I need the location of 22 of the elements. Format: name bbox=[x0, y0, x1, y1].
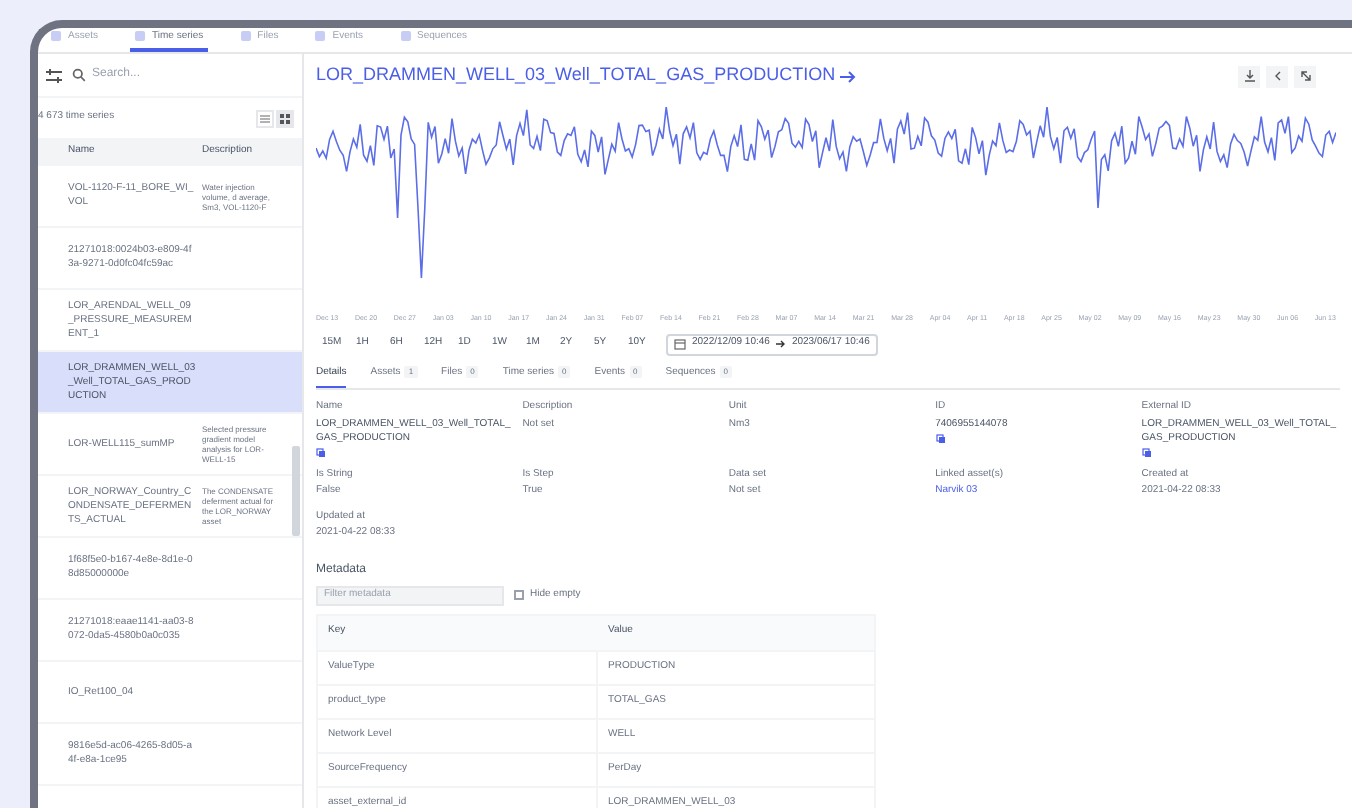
time-series-title-link[interactable]: LOR_DRAMMEN_WELL_03_Well_TOTAL_GAS_PRODUCTION bbox=[316, 62, 856, 90]
copy-icon[interactable] bbox=[1141, 447, 1152, 457]
copy-icon[interactable] bbox=[316, 447, 326, 457]
tab-icon bbox=[134, 30, 147, 43]
chevron-left-icon bbox=[1271, 70, 1283, 82]
arrow-right-icon bbox=[775, 340, 786, 348]
arrow-right-icon bbox=[839, 69, 856, 83]
expand-icon bbox=[1299, 70, 1311, 82]
download-icon bbox=[1243, 70, 1255, 82]
expand-button[interactable] bbox=[1294, 65, 1316, 87]
download-button[interactable] bbox=[1238, 65, 1260, 87]
filter-icon[interactable] bbox=[44, 65, 64, 85]
calendar-icon bbox=[674, 338, 686, 350]
grid-view-button[interactable] bbox=[276, 109, 294, 127]
tab-icon bbox=[239, 30, 252, 43]
tab-icon bbox=[399, 30, 412, 43]
tab-icon bbox=[50, 30, 62, 43]
copy-icon[interactable] bbox=[935, 433, 946, 443]
search-icon bbox=[72, 68, 86, 82]
list-icon bbox=[260, 113, 270, 123]
grid-icon bbox=[280, 113, 290, 123]
tab-icon bbox=[314, 30, 327, 43]
